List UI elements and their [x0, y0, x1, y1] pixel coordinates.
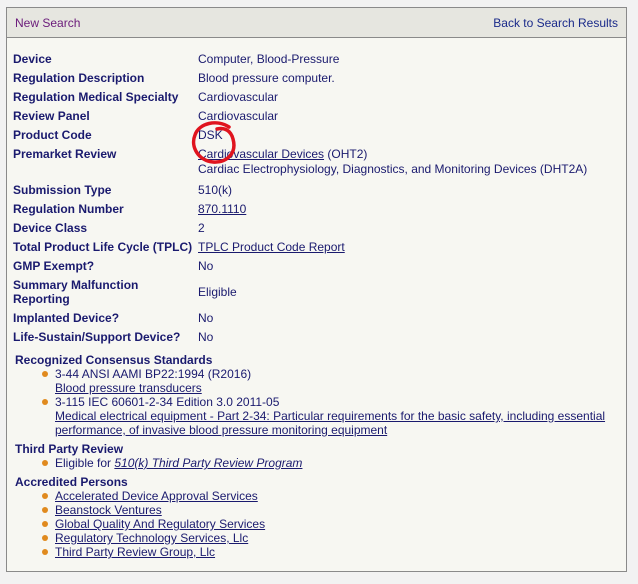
regulation-medical-specialty-value: Cardiovascular	[198, 90, 279, 104]
accredited-person-link[interactable]: Accelerated Device Approval Services	[55, 489, 258, 503]
third-party-prefix: Eligible for	[55, 456, 115, 470]
tplc-report-link[interactable]: TPLC Product Code Report	[198, 240, 345, 254]
third-party-review-section: Third Party Review Eligible for 510(k) T…	[15, 442, 302, 470]
accredited-person-item: Global Quality And Regulatory Services	[41, 517, 265, 531]
device-details-table: Device Computer, Blood-Pressure Regulati…	[13, 50, 587, 347]
row-device: Device Computer, Blood-Pressure	[13, 50, 587, 69]
standard-link-line1: Medical electrical equipment - Part 2-34…	[55, 409, 606, 423]
accredited-person-item: Accelerated Device Approval Services	[41, 489, 265, 503]
implanted-device-value: No	[198, 311, 214, 325]
regulation-number-label: Regulation Number	[13, 202, 124, 216]
product-code-label: Product Code	[13, 128, 92, 142]
regulation-medical-specialty-label: Regulation Medical Specialty	[13, 90, 179, 104]
accredited-persons-section: Accredited Persons Accelerated Device Ap…	[15, 475, 265, 559]
submission-type-value: 510(k)	[198, 183, 233, 197]
premarket-office-code: (OHT2)	[324, 147, 368, 161]
device-label: Device	[13, 52, 52, 66]
accredited-person-link[interactable]: Global Quality And Regulatory Services	[55, 517, 265, 531]
regulation-description-value: Blood pressure computer.	[198, 71, 335, 85]
standard-link[interactable]: Blood pressure transducers	[55, 381, 202, 395]
row-submission-type: Submission Type 510(k)	[13, 181, 587, 200]
standard-link[interactable]: Medical electrical equipment - Part 2-34…	[55, 409, 605, 437]
accredited-person-item: Third Party Review Group, Llc	[41, 545, 265, 559]
standard-id: 3-44 ANSI AAMI BP22:1994 (R2016)	[55, 367, 252, 381]
row-life-sustain: Life-Sustain/Support Device? No	[13, 328, 587, 347]
implanted-device-label: Implanted Device?	[13, 311, 120, 325]
standard-id: 3-115 IEC 60601-2-34 Edition 3.0 2011-05	[55, 395, 280, 409]
submission-type-label: Submission Type	[13, 183, 112, 197]
device-class-value: 2	[198, 221, 205, 235]
standard-item: 3-44 ANSI AAMI BP22:1994 (R2016) Blood p…	[41, 367, 605, 395]
accredited-person-link[interactable]: Third Party Review Group, Llc	[55, 545, 215, 559]
gmp-exempt-value: No	[198, 259, 214, 273]
accredited-person-link[interactable]: Beanstock Ventures	[55, 503, 162, 517]
premarket-review-label: Premarket Review	[13, 147, 117, 161]
tplc-label: Total Product Life Cycle (TPLC)	[13, 240, 193, 254]
summary-malfunction-label: Summary Malfunction Reporting	[13, 276, 198, 309]
accredited-persons-title: Accredited Persons	[15, 475, 128, 489]
standards-list: 3-44 ANSI AAMI BP22:1994 (R2016) Blood p…	[15, 367, 605, 437]
row-premarket-review: Premarket Review Cardiovascular Devices …	[13, 145, 587, 181]
summary-malfunction-label-line1: Summary Malfunction	[13, 278, 139, 292]
row-tplc: Total Product Life Cycle (TPLC) TPLC Pro…	[13, 238, 587, 257]
accredited-person-item: Regulatory Technology Services, Llc	[41, 531, 265, 545]
premarket-division: Cardiac Electrophysiology, Diagnostics, …	[198, 162, 588, 176]
gmp-exempt-label: GMP Exempt?	[13, 259, 95, 273]
third-party-list: Eligible for 510(k) Third Party Review P…	[15, 456, 302, 470]
device-value: Computer, Blood-Pressure	[198, 52, 340, 66]
third-party-program-link[interactable]: 510(k) Third Party Review Program	[114, 456, 302, 470]
standard-item: 3-115 IEC 60601-2-34 Edition 3.0 2011-05…	[41, 395, 605, 437]
back-to-search-results-link[interactable]: Back to Search Results	[493, 16, 618, 30]
accredited-persons-list: Accelerated Device Approval Services Bea…	[15, 489, 265, 559]
device-class-label: Device Class	[13, 221, 88, 235]
row-summary-malfunction: Summary Malfunction Reporting Eligible	[13, 276, 587, 309]
life-sustain-label: Life-Sustain/Support Device?	[13, 330, 181, 344]
panel-header: New Search Back to Search Results	[7, 8, 626, 38]
third-party-review-title: Third Party Review	[15, 442, 124, 456]
new-search-link[interactable]: New Search	[15, 16, 80, 30]
row-review-panel: Review Panel Cardiovascular	[13, 107, 587, 126]
row-product-code: Product Code DSK	[13, 126, 587, 145]
summary-malfunction-label-line2: Reporting	[13, 292, 70, 306]
premarket-office-link[interactable]: Cardiovascular Devices	[198, 147, 324, 161]
accredited-person-link[interactable]: Regulatory Technology Services, Llc	[55, 531, 248, 545]
product-code-value: DSK	[198, 128, 223, 142]
review-panel-label: Review Panel	[13, 109, 90, 123]
row-implanted-device: Implanted Device? No	[13, 309, 587, 328]
recognized-standards-section: Recognized Consensus Standards 3-44 ANSI…	[15, 353, 605, 437]
regulation-description-label: Regulation Description	[13, 71, 145, 85]
row-device-class: Device Class 2	[13, 219, 587, 238]
row-regulation-medical-specialty: Regulation Medical Specialty Cardiovascu…	[13, 88, 587, 107]
review-panel-value: Cardiovascular	[198, 109, 279, 123]
row-regulation-number: Regulation Number 870.1110	[13, 200, 587, 219]
row-regulation-description: Regulation Description Blood pressure co…	[13, 69, 587, 88]
premarket-review-value: Cardiovascular Devices (OHT2) Cardiac El…	[198, 145, 587, 181]
regulation-number-link[interactable]: 870.1110	[198, 202, 246, 216]
life-sustain-value: No	[198, 330, 214, 344]
standard-link-line2: performance, of invasive blood pressure …	[55, 423, 388, 437]
recognized-standards-title: Recognized Consensus Standards	[15, 353, 213, 367]
accredited-person-item: Beanstock Ventures	[41, 503, 265, 517]
row-gmp-exempt: GMP Exempt? No	[13, 257, 587, 276]
third-party-item: Eligible for 510(k) Third Party Review P…	[41, 456, 302, 470]
summary-malfunction-value: Eligible	[198, 285, 237, 299]
